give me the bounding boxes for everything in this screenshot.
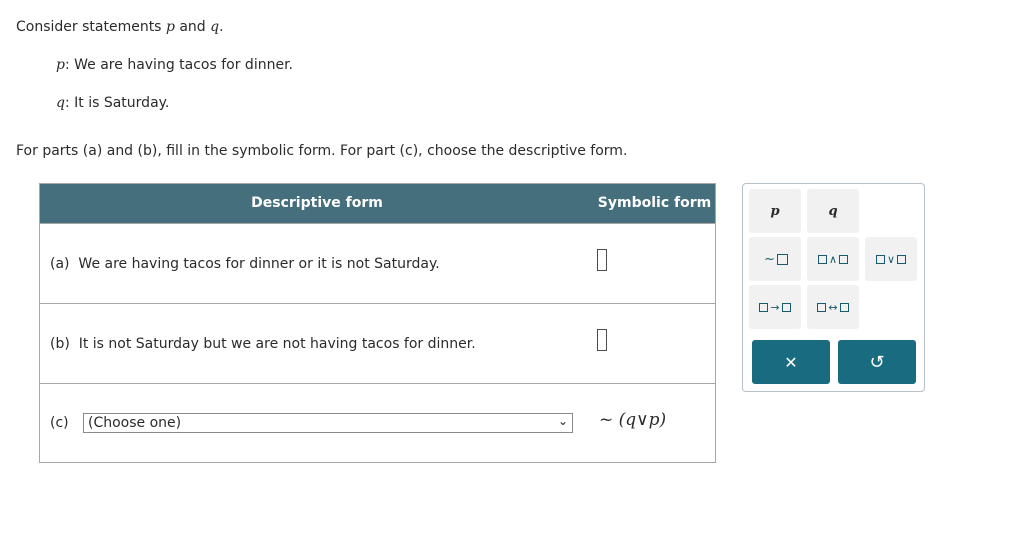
statement-q-text: It is Saturday. [74,95,170,111]
key-q-button[interactable]: q [807,189,859,233]
key-implies-button[interactable]: → [749,285,801,329]
descriptive-form-select[interactable]: (Choose one) ⌄ [83,413,573,433]
clear-button[interactable]: ✕ [752,340,830,384]
placeholder-box-icon [839,254,849,264]
select-value: (Choose one) [88,415,182,431]
not-operator: ~ [764,251,775,267]
key-q-label: q [828,203,838,219]
row-b-description: It is not Saturday but we are not having… [78,336,476,352]
key-not-button[interactable]: ~ [749,237,801,281]
symbolic-answer-a-input[interactable] [597,249,607,271]
placeholder-box-icon [897,254,907,264]
intro-text: Consider statements p and q. [16,19,224,35]
intro-prefix: Consider statements [16,19,166,35]
statement-q-sep: : [64,95,75,111]
placeholder-box-icon [776,253,788,265]
header-descriptive-form: Descriptive form [251,195,383,211]
statement-p-var: p [56,57,65,73]
implies-operator: → [770,300,780,314]
intro-suffix: . [219,19,224,35]
intro-var-q: q [210,19,220,35]
table-row-a: (a) We are having tacos for dinner or it… [40,223,715,304]
intro-var-p: p [165,19,175,35]
undo-button[interactable]: ↺ [838,340,916,384]
key-iff-button[interactable]: ↔ [807,285,859,329]
row-b-text: (b) It is not Saturday but we are not ha… [50,336,476,352]
or-operator: ∨ [886,252,896,266]
row-b-label: (b) [50,336,70,352]
key-and-button[interactable]: ∧ [807,237,859,281]
row-a-label: (a) [50,256,70,272]
placeholder-box-icon [781,302,791,312]
answer-table: Descriptive form Symbolic form (a) We ar… [39,183,716,463]
close-icon: ✕ [784,352,798,372]
placeholder-box-icon [839,302,849,312]
chevron-down-icon: ⌄ [557,414,568,428]
placeholder-box-icon [875,254,885,264]
row-a-description: We are having tacos for dinner or it is … [78,256,440,272]
placeholder-box-icon [759,302,769,312]
symbolic-answer-b-input[interactable] [597,329,607,351]
intro-and: and [174,19,211,35]
undo-icon: ↺ [869,351,885,373]
key-or-button[interactable]: ∨ [865,237,917,281]
statement-p-text: We are having tacos for dinner. [74,57,293,73]
header-symbolic-form: Symbolic form [597,195,712,211]
statement-q: q: It is Saturday. [56,95,169,111]
and-operator: ∧ [828,252,838,266]
table-row-c: (c) (Choose one) ⌄ ~ (q∨p) [40,383,715,463]
iff-operator: ↔ [828,300,838,314]
table-header: Descriptive form Symbolic form [40,184,715,223]
key-p-label: p [770,203,780,219]
statement-p: p: We are having tacos for dinner. [56,57,293,73]
table-row-b: (b) It is not Saturday but we are not ha… [40,303,715,384]
placeholder-box-icon [817,302,827,312]
row-c-symbolic: ~ (q∨p) [599,410,667,430]
statement-q-var: q [56,95,65,111]
row-c-label: (c) [50,415,69,431]
key-p-button[interactable]: p [749,189,801,233]
instructions: For parts (a) and (b), fill in the symbo… [16,143,628,159]
statement-p-sep: : [64,57,75,73]
row-a-text: (a) We are having tacos for dinner or it… [50,256,440,272]
placeholder-box-icon [817,254,827,264]
symbol-keypad: p q ~ ∧ ∨ → ↔ ✕ ↺ [742,183,925,392]
